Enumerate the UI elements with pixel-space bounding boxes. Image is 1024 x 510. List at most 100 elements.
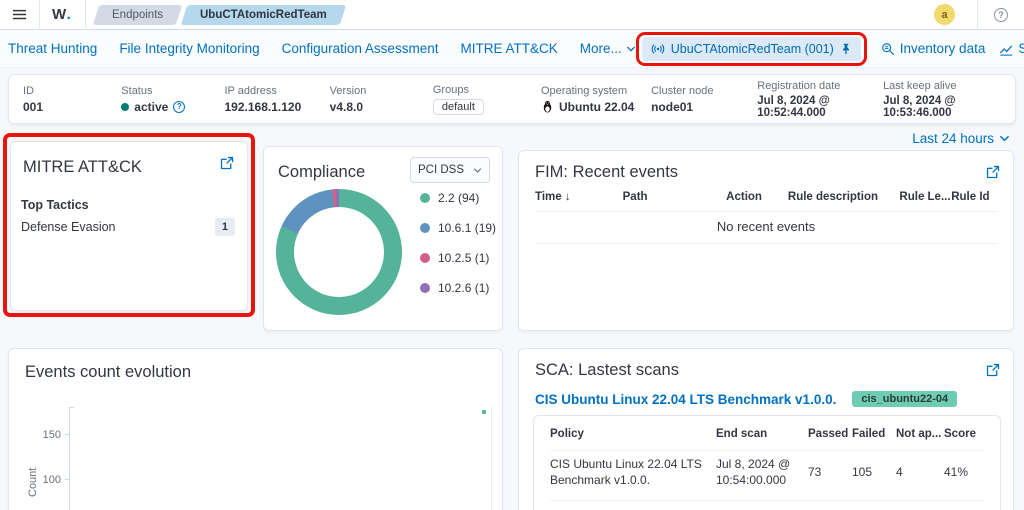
agent-id-field: ID 001	[23, 85, 121, 114]
fim-recent-events-panel: FIM: Recent events Time ↓ Path Action Ru…	[518, 150, 1014, 331]
topbar-right: a ?	[934, 0, 1024, 30]
column-end-scan: End scan	[716, 428, 808, 440]
sca-scan-row[interactable]: CIS Ubuntu Linux 22.04 LTS Benchmark v1.…	[550, 456, 984, 488]
status-text: active	[134, 100, 168, 114]
legend-item: 10.6.1 (19)	[420, 221, 496, 235]
help-icon[interactable]: ?	[994, 8, 1008, 22]
tactic-count-badge: 1	[215, 218, 235, 236]
chart-gridline	[491, 405, 492, 510]
logo-dot: .	[67, 6, 72, 23]
nav-links: Threat Hunting File Integrity Monitoring…	[0, 41, 636, 56]
tab-threat-hunting[interactable]: Threat Hunting	[8, 41, 97, 56]
policy-link[interactable]: CIS Ubuntu Linux 22.04 LTS Benchmark v1.…	[535, 392, 836, 407]
agent-selector-button[interactable]: UbuCTAtomicRedTeam (001)	[642, 37, 861, 61]
column-rule-description: Rule description	[788, 191, 900, 203]
column-not-applicable: Not ap...	[896, 428, 944, 440]
fim-table-header: Time ↓ Path Action Rule description Rule…	[535, 191, 997, 203]
agent-keepalive-field: Last keep alive Jul 8, 2024 @ 10:53:46.0…	[883, 80, 1001, 119]
chevron-down-icon	[473, 166, 482, 175]
annotation-box-agent: UbuCTAtomicRedTeam (001)	[636, 32, 867, 66]
sca-table-header: Policy End scan Passed Failed Not ap... …	[550, 428, 984, 440]
inventory-data-button[interactable]: Inventory data	[881, 41, 986, 56]
column-time[interactable]: Time ↓	[535, 191, 623, 203]
y-tick-mark	[65, 479, 69, 480]
legend-item: 10.2.6 (1)	[420, 281, 496, 295]
legend-dot	[420, 253, 430, 263]
stats-chart-icon	[999, 42, 1013, 56]
column-action: Action	[726, 191, 788, 203]
agent-version-field: Version v4.8.0	[330, 85, 433, 114]
agent-registration-field: Registration date Jul 8, 2024 @ 10:52:44…	[757, 80, 883, 119]
agent-groups-field: Groups default	[433, 84, 541, 115]
legend-dot	[420, 193, 430, 203]
policy-id-badge: cis_ubuntu22-04	[852, 391, 957, 407]
mitre-attck-panel: MITRE ATT&CK Top Tactics Defense Evasion…	[10, 141, 248, 311]
agent-os-field: Operating system Ubuntu 22.04	[541, 85, 651, 114]
divider	[535, 243, 997, 244]
panel-title: FIM: Recent events	[535, 163, 678, 182]
open-sca-icon[interactable]	[986, 363, 1000, 377]
sort-desc-icon: ↓	[565, 191, 571, 203]
status-dot	[121, 103, 129, 111]
group-chip[interactable]: default	[433, 99, 484, 115]
column-rule-level: Rule Le...	[899, 191, 951, 203]
tab-file-integrity-monitoring[interactable]: File Integrity Monitoring	[119, 41, 259, 56]
time-range-selector[interactable]: Last 24 hours	[912, 131, 1010, 146]
compliance-select[interactable]: PCI DSS	[410, 157, 490, 183]
compliance-panel: Compliance PCI DSS 2.2 (94) 10.6.1 (19) …	[263, 146, 503, 331]
column-passed: Passed	[808, 428, 852, 440]
column-rule-id: Rule Id	[951, 191, 997, 203]
chevron-down-icon	[626, 44, 636, 54]
compliance-donut	[276, 189, 402, 315]
logo-text: W	[52, 6, 67, 23]
sca-policy-row: CIS Ubuntu Linux 22.04 LTS Benchmark v1.…	[535, 391, 957, 407]
legend-dot	[420, 223, 430, 233]
breadcrumb-endpoints[interactable]: Endpoints	[93, 5, 183, 25]
y-axis-tick	[69, 407, 74, 408]
menu-icon[interactable]	[0, 0, 40, 30]
linux-penguin-icon	[541, 100, 554, 113]
top-tactics-heading: Top Tactics	[21, 198, 89, 212]
agent-signal-icon	[651, 42, 665, 56]
panel-title: SCA: Lastest scans	[535, 361, 679, 380]
tab-more[interactable]: More...	[580, 41, 636, 56]
column-path: Path	[623, 191, 727, 203]
agent-cluster-field: Cluster node node01	[651, 85, 757, 114]
events-count-evolution-panel: Events count evolution Count 150 100	[8, 348, 503, 510]
breadcrumb-agent[interactable]: UbuCTAtomicRedTeam	[180, 5, 345, 25]
column-score: Score	[944, 428, 984, 440]
legend-item: 2.2 (94)	[420, 191, 496, 205]
tab-mitre-attck[interactable]: MITRE ATT&CK	[460, 41, 557, 56]
divider	[977, 0, 978, 30]
divider	[550, 500, 984, 501]
agent-ip-field: IP address 192.168.1.120	[225, 85, 330, 114]
agent-status-field: Status active ?	[121, 85, 224, 114]
inspect-icon	[881, 42, 895, 56]
chevron-down-icon	[999, 133, 1010, 144]
y-axis	[69, 407, 70, 510]
pin-icon[interactable]	[840, 43, 852, 55]
empty-message: No recent events	[519, 219, 1013, 234]
sca-latest-scans-panel: SCA: Lastest scans CIS Ubuntu Linux 22.0…	[518, 348, 1014, 510]
compliance-legend: 2.2 (94) 10.6.1 (19) 10.2.5 (1) 10.2.6 (…	[420, 191, 496, 295]
panel-title: Events count evolution	[25, 363, 191, 382]
status-help-icon[interactable]: ?	[173, 101, 185, 113]
divider	[550, 450, 984, 451]
agent-info-card: ID 001 Status active ? IP address 192.16…	[8, 74, 1016, 124]
divider	[535, 211, 997, 212]
top-bar: W. Endpoints UbuCTAtomicRedTeam a ?	[0, 0, 1024, 30]
wazuh-logo[interactable]: W.	[40, 0, 86, 30]
stats-button[interactable]: Stats	[999, 41, 1024, 56]
y-tick-150: 150	[35, 429, 61, 441]
panel-title: MITRE ATT&CK	[23, 158, 142, 177]
y-tick-100: 100	[35, 474, 61, 486]
tab-configuration-assessment[interactable]: Configuration Assessment	[282, 41, 439, 56]
tactic-row[interactable]: Defense Evasion 1	[21, 218, 235, 236]
open-fim-icon[interactable]	[986, 165, 1000, 179]
column-policy: Policy	[550, 428, 716, 440]
y-tick-mark	[65, 434, 69, 435]
events-data-point	[482, 410, 486, 414]
agent-nav-row: Threat Hunting File Integrity Monitoring…	[0, 30, 1024, 68]
open-mitre-icon[interactable]	[220, 156, 234, 170]
avatar[interactable]: a	[934, 4, 955, 25]
